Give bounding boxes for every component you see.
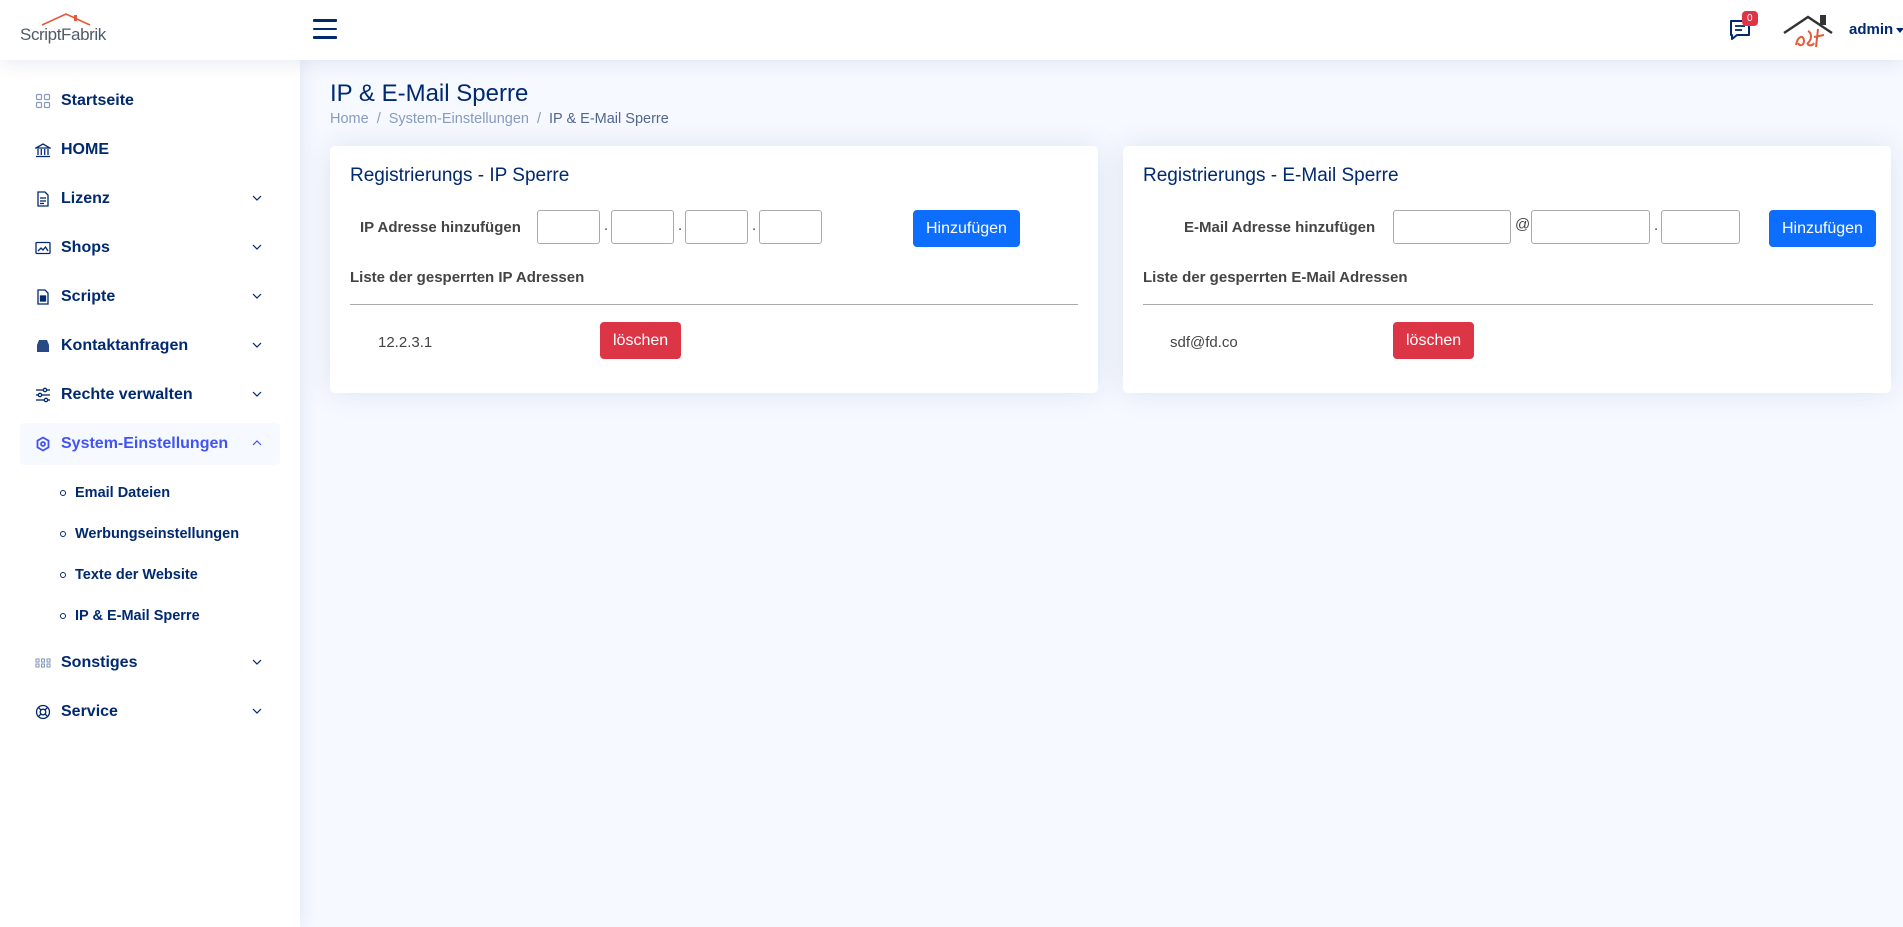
notification-badge: 0 (1742, 11, 1758, 26)
sidebar-item-label: Service (61, 703, 118, 720)
submenu-item-label: Texte der Website (75, 566, 198, 583)
chevron-up-icon (252, 440, 262, 446)
delete-ip-button[interactable]: löschen (600, 322, 682, 359)
chevron-down-icon (252, 391, 262, 397)
lifebuoy-icon (35, 704, 51, 720)
image-icon (35, 240, 51, 256)
ip-form-label: IP Adresse hinzufügen (360, 219, 521, 236)
submenu-item-label: IP & E-Mail Sperre (75, 607, 200, 624)
submenu-item-texte-der-website[interactable]: Texte der Website (20, 554, 280, 595)
sidebar-item-sonstiges[interactable]: Sonstiges (20, 642, 280, 684)
sliders-icon (35, 387, 51, 403)
sidebar-item-lizenz[interactable]: Lizenz (20, 178, 280, 220)
chevron-down-icon (252, 659, 262, 665)
chevron-down-icon (252, 342, 262, 348)
user-name: admin (1849, 21, 1894, 38)
caret-down-icon (1896, 27, 1903, 33)
breadcrumb-separator: / (376, 111, 381, 127)
chevron-down-icon (252, 293, 262, 299)
file-icon (35, 289, 51, 305)
email-local-part-input[interactable] (1393, 210, 1511, 244)
sidebar-item-label: Rechte verwalten (61, 386, 193, 403)
breadcrumb-separator: / (536, 111, 541, 127)
document-icon (35, 191, 51, 207)
chevron-down-icon (252, 708, 262, 714)
ip-dot-separator: . (678, 217, 683, 234)
sidebar-item-startseite[interactable]: Startseite (20, 80, 280, 122)
email-domain-input[interactable] (1531, 210, 1650, 244)
sidebar-item-label: Lizenz (61, 190, 110, 207)
sidebar-item-label: Kontaktanfragen (61, 337, 189, 354)
sidebar-item-label: Shops (61, 239, 110, 256)
circle-icon (60, 530, 66, 537)
email-block-card: Registrierungs - E-Mail Sperre E-Mail Ad… (1123, 146, 1891, 393)
divider (1143, 304, 1873, 305)
breadcrumb-current: IP & E-Mail Sperre (549, 111, 669, 127)
submenu-item-email-dateien[interactable]: Email Dateien (20, 472, 280, 513)
email-dot-separator: . (1654, 217, 1659, 234)
chevron-down-icon (252, 244, 262, 250)
sidebar-item-home[interactable]: HOME (20, 129, 280, 171)
sidebar-item-shops[interactable]: Shops (20, 227, 280, 269)
sidebar-item-label: Startseite (61, 92, 134, 109)
breadcrumb: Home / System-Einstellungen / IP & E-Mail Sp… (330, 111, 669, 127)
logo-roof-icon (41, 13, 91, 26)
bank-icon (35, 142, 51, 158)
divider (350, 304, 1078, 305)
email-list-title: Liste der gesperrten E-Mail Adressen (1143, 269, 1408, 286)
add-email-button[interactable]: Hinzufügen (1769, 210, 1876, 247)
breadcrumb-system-einstellungen[interactable]: System-Einstellungen (389, 111, 529, 127)
circle-icon (60, 489, 66, 496)
ip-dot-separator: . (752, 217, 757, 234)
sidebar-item-scripte[interactable]: Scripte (20, 276, 280, 318)
sidebar-item-rechte-verwalten[interactable]: Rechte verwalten (20, 374, 280, 416)
submenu-item-ip-email-sperre[interactable]: IP & E-Mail Sperre (20, 595, 280, 636)
avatar[interactable] (1782, 13, 1840, 49)
page-title: IP & E-Mail Sperre (330, 80, 529, 107)
sidebar-item-label: Sonstiges (61, 654, 138, 671)
add-ip-button[interactable]: Hinzufügen (913, 210, 1020, 247)
logo[interactable]: ScriptFabrik (20, 12, 112, 46)
sidebar-item-system-einstellungen[interactable]: System-Einstellungen (20, 423, 280, 465)
sidebar-item-service[interactable]: Service (20, 691, 280, 733)
inbox-icon (35, 338, 51, 354)
system-settings-submenu: Email Dateien Werbungseinstellungen Text… (20, 472, 280, 636)
apps-icon (35, 655, 51, 671)
sidebar-item-label: Scripte (61, 288, 116, 305)
chevron-down-icon (252, 195, 262, 201)
breadcrumb-home[interactable]: Home (330, 111, 369, 127)
grid-icon (35, 93, 51, 109)
circle-icon (60, 571, 66, 578)
ip-block-card: Registrierungs - IP Sperre IP Adresse hi… (330, 146, 1098, 393)
card-title: Registrierungs - E-Mail Sperre (1143, 165, 1399, 186)
email-form-label: E-Mail Adresse hinzufügen (1184, 219, 1376, 236)
sidebar-item-label: System-Einstellungen (61, 435, 229, 452)
submenu-item-label: Werbungseinstellungen (75, 525, 240, 542)
ip-octet-4-input[interactable] (759, 210, 822, 244)
submenu-item-label: Email Dateien (75, 484, 171, 501)
user-menu[interactable]: admin (1849, 21, 1903, 38)
submenu-item-werbungseinstellungen[interactable]: Werbungseinstellungen (20, 513, 280, 554)
toggle-sidebar-icon[interactable] (313, 19, 337, 41)
logo-text: ScriptFabrik (20, 25, 106, 44)
ip-octet-3-input[interactable] (685, 210, 748, 244)
top-header: ScriptFabrik 0 admin (0, 0, 1903, 60)
gear-icon (35, 436, 51, 452)
sidebar-item-kontaktanfragen[interactable]: Kontaktanfragen (20, 325, 280, 367)
ip-octet-1-input[interactable] (537, 210, 600, 244)
blocked-email-value: sdf@fd.co (1170, 334, 1238, 351)
at-separator: @ (1515, 216, 1531, 233)
card-title: Registrierungs - IP Sperre (350, 165, 570, 186)
sidebar: Startseite HOME Lizenz Shops Scripte Kon… (0, 60, 300, 927)
email-tld-input[interactable] (1661, 210, 1740, 244)
ip-list-title: Liste der gesperrten IP Adressen (350, 269, 585, 286)
blocked-ip-value: 12.2.3.1 (378, 334, 433, 351)
circle-icon (60, 612, 66, 619)
sidebar-item-label: HOME (61, 141, 109, 158)
ip-octet-2-input[interactable] (611, 210, 674, 244)
delete-email-button[interactable]: löschen (1393, 322, 1475, 359)
ip-dot-separator: . (604, 217, 609, 234)
